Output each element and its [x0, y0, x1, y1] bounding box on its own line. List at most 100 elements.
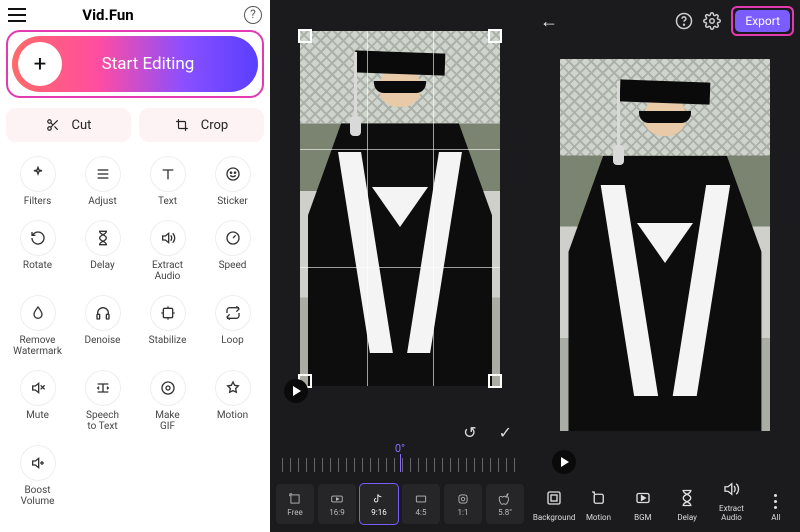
tool-delay[interactable]: Delay — [71, 220, 134, 283]
export-tool-label: All — [771, 513, 780, 522]
ratio-1_1[interactable]: 1:1 — [444, 484, 482, 524]
export-tool-motion[interactable]: Motion — [578, 489, 618, 522]
tool-label: MakeGIF — [155, 410, 179, 433]
start-editing-button[interactable]: + Start Editing — [12, 36, 258, 92]
tool-boost_volume[interactable]: BoostVolume — [6, 445, 69, 508]
crop-handle-br[interactable] — [488, 374, 502, 388]
cut-crop-row: Cut Crop — [6, 108, 264, 142]
crop-label: Crop — [201, 118, 228, 133]
cut-button[interactable]: Cut — [6, 108, 131, 142]
tool-extract_audio[interactable]: ExtractAudio — [136, 220, 199, 283]
aspect-ratio-row: Free 16:9 9:164:5 1:1 5.8" — [270, 478, 530, 532]
export-canvas[interactable] — [530, 40, 800, 450]
export-tool-label: Delay — [677, 513, 697, 522]
speech-icon — [85, 370, 121, 406]
settings-icon[interactable] — [703, 12, 721, 30]
back-icon[interactable]: ← — [540, 11, 558, 32]
hourglass-icon — [678, 489, 696, 509]
tool-rotate[interactable]: Rotate — [6, 220, 69, 283]
home-panel: Vid.Fun ? + Start Editing Cut Crop Filte… — [0, 0, 270, 532]
crop-icon — [175, 118, 189, 132]
sliders-icon — [85, 156, 121, 192]
ratio-free[interactable]: Free — [276, 484, 314, 524]
tool-denoise[interactable]: Denoise — [71, 295, 134, 358]
help-icon[interactable]: ? — [244, 6, 262, 24]
ratio-label: 5.8" — [498, 508, 512, 517]
crop-handle-tl[interactable] — [298, 29, 312, 43]
tool-remove_watermark[interactable]: RemoveWatermark — [6, 295, 69, 358]
ratio-label: 16:9 — [329, 508, 344, 517]
tool-label: Denoise — [85, 335, 121, 347]
mute-icon — [20, 370, 56, 406]
tool-mute[interactable]: Mute — [6, 370, 69, 433]
crop-frame[interactable] — [300, 31, 500, 386]
export-play-row — [530, 450, 800, 476]
vol-plus-icon — [20, 445, 56, 481]
export-tool-bgm[interactable]: BGM — [623, 489, 663, 522]
tool-grid: Filters AdjustTextSticker Rotate Delay Extra… — [6, 156, 264, 508]
tool-make_gif[interactable]: MakeGIF — [136, 370, 199, 433]
gif-icon — [150, 370, 186, 406]
smile-icon — [215, 156, 251, 192]
text-icon — [150, 156, 186, 192]
export-tool-label: Background — [533, 513, 576, 522]
tool-label: Motion — [217, 410, 248, 422]
tool-label: Delay — [90, 260, 114, 272]
rotation-ticks — [282, 458, 518, 472]
tool-stabilize[interactable]: Stabilize — [136, 295, 199, 358]
tool-sticker[interactable]: Sticker — [201, 156, 264, 208]
ratio-apple[interactable]: 5.8" — [486, 484, 524, 524]
tool-adjust[interactable]: Adjust — [71, 156, 134, 208]
export-tool-delay[interactable]: Delay — [667, 489, 707, 522]
ratio-4_5[interactable]: 4:5 — [402, 484, 440, 524]
ratio-label: 1:1 — [458, 508, 469, 517]
audio-out-icon — [150, 220, 186, 256]
hourglass-icon — [85, 220, 121, 256]
droplet-icon — [20, 295, 56, 331]
tool-text[interactable]: Text — [136, 156, 199, 208]
play-button[interactable] — [552, 450, 576, 474]
export-button-highlight: Export — [731, 6, 794, 36]
crop-confirm-row: ↺ ✓ — [270, 417, 530, 442]
ratio-16_9[interactable]: 16:9 — [318, 484, 356, 524]
tool-filters[interactable]: Filters — [6, 156, 69, 208]
play-button[interactable] — [284, 379, 308, 403]
crop-editor-panel: ↺ ✓ 0° Free 16:9 9:164:5 1:1 5.8" — [270, 0, 530, 532]
export-tool-label: BGM — [634, 513, 651, 522]
tool-loop[interactable]: Loop — [201, 295, 264, 358]
export-button[interactable]: Export — [735, 10, 790, 32]
export-tool-extract_audio[interactable]: Extract Audio — [711, 480, 751, 522]
audio-out-icon — [722, 480, 740, 500]
crop-canvas[interactable] — [270, 0, 530, 417]
video-preview — [560, 59, 770, 431]
crop-handle-tr[interactable] — [488, 29, 502, 43]
crop-button[interactable]: Crop — [139, 108, 264, 142]
home-header: Vid.Fun ? — [6, 4, 264, 30]
export-tool-background[interactable]: Background — [534, 489, 574, 522]
export-tool-label: Motion — [586, 513, 611, 522]
app-brand: Vid.Fun — [82, 6, 133, 24]
ratio-9_16[interactable]: 9:16 — [360, 484, 398, 524]
tool-label: Speechto Text — [86, 410, 119, 433]
tool-label: RemoveWatermark — [13, 335, 62, 358]
export-tool-all[interactable]: All — [756, 494, 796, 522]
reset-rotation-icon[interactable]: ↺ — [463, 423, 476, 442]
tool-label: Mute — [26, 410, 49, 422]
help-icon[interactable] — [675, 12, 693, 30]
star-icon — [215, 370, 251, 406]
start-editing-highlight: + Start Editing — [6, 30, 264, 98]
start-editing-label: Start Editing — [38, 54, 258, 74]
tool-speed[interactable]: Speed — [201, 220, 264, 283]
tool-label: Filters — [24, 196, 52, 208]
rotation-slider[interactable]: 0° — [270, 442, 530, 478]
tool-motion[interactable]: Motion — [201, 370, 264, 433]
scissors-icon — [46, 118, 60, 132]
confirm-crop-icon[interactable]: ✓ — [499, 423, 512, 442]
tool-label: Loop — [221, 335, 243, 347]
tool-speech_to_text[interactable]: Speechto Text — [71, 370, 134, 433]
menu-icon[interactable] — [6, 6, 28, 24]
sparkle-icon — [20, 156, 56, 192]
tool-label: BoostVolume — [21, 485, 55, 508]
loop-icon — [215, 295, 251, 331]
export-editor-panel: ← Export Background Motion BGM Delay Extract… — [530, 0, 800, 532]
